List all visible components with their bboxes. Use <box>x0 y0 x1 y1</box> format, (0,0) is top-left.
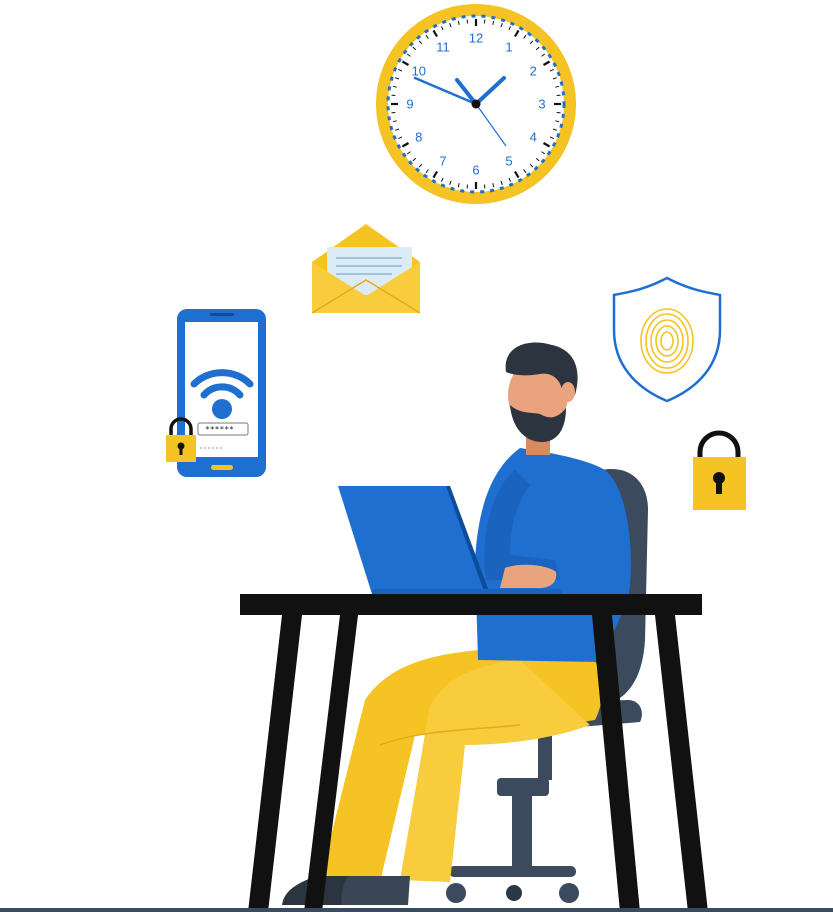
clock-numeral: 4 <box>530 130 537 145</box>
clock-numeral: 1 <box>505 39 512 54</box>
clock-numeral: 12 <box>469 31 483 46</box>
wall-clock-icon: 121234567891011 <box>376 4 576 204</box>
clock-numeral: 3 <box>538 97 545 112</box>
clock-numeral: 7 <box>439 154 446 169</box>
illustration-scene: 121234567891011 ****** <box>0 4 833 912</box>
password-mask: ****** <box>205 425 234 434</box>
right-shoe <box>341 876 410 905</box>
floor-line <box>0 908 833 912</box>
hand <box>500 564 557 588</box>
open-envelope-icon <box>311 224 421 314</box>
person-at-laptop <box>282 342 631 905</box>
desk-top <box>240 594 702 615</box>
clock-numeral: 6 <box>472 163 479 178</box>
clock-numeral: 2 <box>530 64 537 79</box>
padlock-icon <box>693 430 746 510</box>
clock-numeral: 5 <box>505 154 512 169</box>
fingerprint-shield-icon <box>612 276 722 403</box>
clock-numeral: 11 <box>436 39 450 54</box>
clock-numeral: 9 <box>406 97 413 112</box>
clock-numeral: 8 <box>415 130 422 145</box>
clock-numeral: 10 <box>412 64 426 79</box>
